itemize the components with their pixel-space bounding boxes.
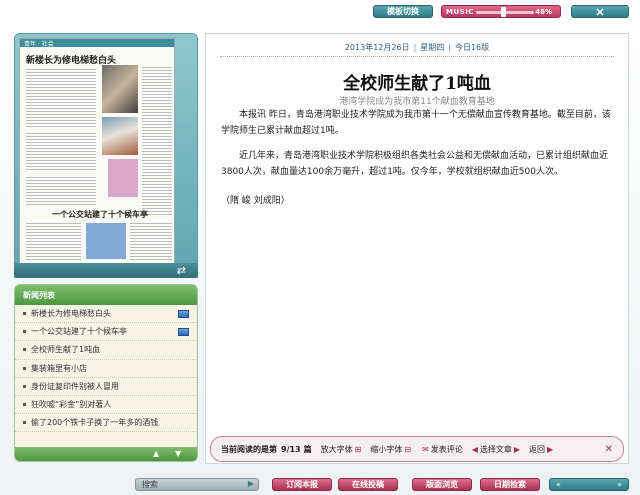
article-author: （隋 峻 刘成阳） — [221, 196, 290, 206]
reading-status-label: 当前阅读的是第 — [221, 444, 277, 454]
search-label: 搜索 — [142, 480, 158, 489]
music-volume-value: 46% — [535, 7, 552, 16]
page-navigator: « » — [549, 478, 629, 491]
news-item-label: 偷了200个铁卡子换了一年多的酒钱 — [31, 418, 159, 428]
paper-photo — [102, 65, 138, 113]
select-article-button[interactable]: ◀ 选择文章 ▶ — [472, 444, 520, 455]
paper-text-block — [26, 67, 96, 127]
news-item-label: 一个公交站建了十个候车亭 — [31, 327, 127, 337]
reading-toolbar: 当前阅读的是第 9/13 篇 放大字体 ⊞ 缩小字体 ⊟ ✉ 发表评论 ◀ 选择文章 ▶ … — [210, 436, 624, 462]
minus-icon: ⊟ — [404, 444, 412, 454]
date-search-label: 日期检索 — [494, 480, 526, 489]
close-icon — [596, 7, 604, 16]
article-body: 本报讯 昨日，青岛港湾职业技术学院成为我市第十一个无偿献血宣传教育基地。截至目前… — [221, 108, 615, 210]
plus-icon: ⊞ — [354, 444, 362, 454]
article-weekday: 星期四 — [420, 43, 445, 52]
article-paragraph: 近几年来，青岛港湾职业技术学院积极组织各类社会公益和无偿献血活动，已累计组织献血… — [221, 151, 609, 177]
article-title: 全校师生献了1吨血 — [343, 74, 491, 94]
submit-article-label: 在线投稿 — [352, 480, 384, 489]
bullet-icon — [23, 421, 26, 425]
reading-page-unit: 篇 — [303, 444, 312, 454]
shrink-font-label: 缩小字体 — [370, 444, 403, 454]
mode-switch-button[interactable]: 模板切换 — [373, 5, 433, 18]
news-list-title: 新闻列表 — [15, 285, 197, 305]
back-arrow-icon: ▶ — [547, 444, 554, 454]
paper-text-block — [26, 175, 96, 205]
news-item-label: 全校师生献了1吨血 — [31, 345, 101, 355]
enlarge-font-button[interactable]: 放大字体 ⊞ — [321, 444, 362, 455]
paper-photo — [102, 117, 138, 155]
music-volume-slider[interactable] — [500, 7, 506, 17]
bullet-icon — [23, 366, 26, 370]
news-item-label: 新楼长为修电梯愁白头 — [31, 309, 111, 319]
article-subtitle: 港湾学院成为我市第11个献血教育基地 — [339, 97, 495, 107]
search-go-icon[interactable]: ▶ — [248, 479, 254, 488]
news-list-item[interactable]: 身份证复印件别被人冒用 — [15, 378, 197, 396]
close-button[interactable] — [571, 5, 629, 18]
article-date: 2013年12月26日 — [344, 43, 410, 52]
select-article-label: 选择文章 — [479, 444, 512, 454]
news-list-footer: ▲ ▼ — [15, 447, 197, 461]
page-browse-label: 版面浏览 — [426, 480, 458, 489]
date-search-button[interactable]: 日期检索 — [480, 478, 540, 491]
paper-text-block — [130, 221, 172, 261]
mail-icon: ✉ — [422, 444, 429, 454]
bullet-icon — [23, 384, 26, 388]
enlarge-font-label: 放大字体 — [320, 444, 353, 454]
bullet-icon — [23, 330, 26, 334]
image-icon — [178, 328, 189, 337]
subscribe-label: 订阅本报 — [286, 480, 318, 489]
page-prev-icon[interactable]: « — [556, 480, 561, 489]
refresh-icon[interactable]: ⇄ — [177, 264, 186, 277]
prev-arrow-icon[interactable]: ◀ — [472, 445, 478, 454]
close-reading-icon[interactable]: ✕ — [605, 444, 613, 455]
news-list: 新楼长为修电梯愁白头一个公交站建了十个候车亭 全校师生献了1吨血 集装箱里有小店身份… — [15, 305, 197, 433]
search-box[interactable]: 搜索 ▶ — [135, 478, 259, 491]
paper-section-label: 青年 · 社会 — [24, 41, 54, 48]
news-list-item[interactable]: 狂吹嘘“彩金”别对著人 — [15, 396, 197, 415]
paper-graphic — [108, 159, 138, 197]
news-item-label: 身份证复印件别被人冒用 — [31, 381, 119, 391]
news-list-item[interactable]: 一个公交站建了十个候车亭 — [15, 323, 197, 342]
bullet-icon — [23, 403, 26, 407]
article-panel: 2013年12月26日 | 星期四 | 今日16版 全校师生献了1吨血 港湾学院成为我市… — [205, 33, 629, 464]
reading-page-count: 9/13 — [281, 444, 301, 454]
article-paragraph: 本报讯 昨日，青岛港湾职业技术学院成为我市第十一个无偿献血宣传教育基地。截至目前… — [221, 110, 611, 136]
back-label: 返回 — [529, 444, 546, 454]
submit-article-button[interactable]: 在线投稿 — [338, 478, 398, 491]
news-item-label: 集装箱里有小店 — [31, 363, 87, 373]
thumbnail-footer: ⇄ — [14, 263, 198, 278]
paper-text-block — [26, 221, 81, 261]
comment-label: 发表评论 — [430, 444, 463, 454]
subscribe-button[interactable]: 订阅本报 — [272, 478, 332, 491]
article-edition[interactable]: 今日16版 — [455, 43, 489, 52]
scroll-down-icon[interactable]: ▼ — [175, 449, 181, 458]
music-label: MUSIC — [446, 7, 474, 16]
comment-button[interactable]: ✉ 发表评论 — [420, 444, 463, 455]
back-button[interactable]: 返回 ▶ — [529, 444, 553, 455]
page-next-icon[interactable]: » — [617, 480, 622, 489]
next-arrow-icon[interactable]: ▶ — [514, 445, 520, 454]
bullet-icon — [23, 312, 26, 316]
news-item-label: 狂吹嘘“彩金”别对著人 — [31, 400, 112, 410]
image-icon — [178, 310, 189, 318]
scroll-up-icon[interactable]: ▲ — [153, 449, 159, 458]
dateline: 2013年12月26日 | 星期四 | 今日16版 — [344, 43, 490, 52]
news-list-panel: 新闻列表 新楼长为修电梯愁白头一个公交站建了十个候车亭 全校师生献了1吨血 集装箱里… — [14, 284, 198, 462]
newspaper-page-thumbnail[interactable]: 青年 · 社会 新楼长为修电梯愁白头 一个公交站建了十个候车亭 — [19, 38, 175, 266]
news-list-item[interactable]: 新楼长为修电梯愁白头 — [15, 305, 197, 324]
thumbnail-headline-2[interactable]: 一个公交站建了十个候车亭 — [52, 209, 148, 220]
music-control[interactable]: MUSIC 46% — [441, 5, 561, 18]
dateline-divider — [220, 56, 614, 57]
mode-switch-label: 模板切换 — [387, 7, 419, 16]
news-list-item[interactable]: 偷了200个铁卡子换了一年多的酒钱 — [15, 414, 197, 433]
news-list-item[interactable]: 全校师生献了1吨血 — [15, 341, 197, 360]
page-browse-button[interactable]: 版面浏览 — [412, 478, 472, 491]
news-list-item[interactable]: 集装箱里有小店 — [15, 360, 197, 378]
paper-text-block — [142, 65, 172, 215]
bullet-icon — [23, 348, 26, 352]
paper-photo — [86, 223, 126, 259]
shrink-font-button[interactable]: 缩小字体 ⊟ — [370, 444, 411, 455]
paper-text-block — [26, 131, 96, 171]
